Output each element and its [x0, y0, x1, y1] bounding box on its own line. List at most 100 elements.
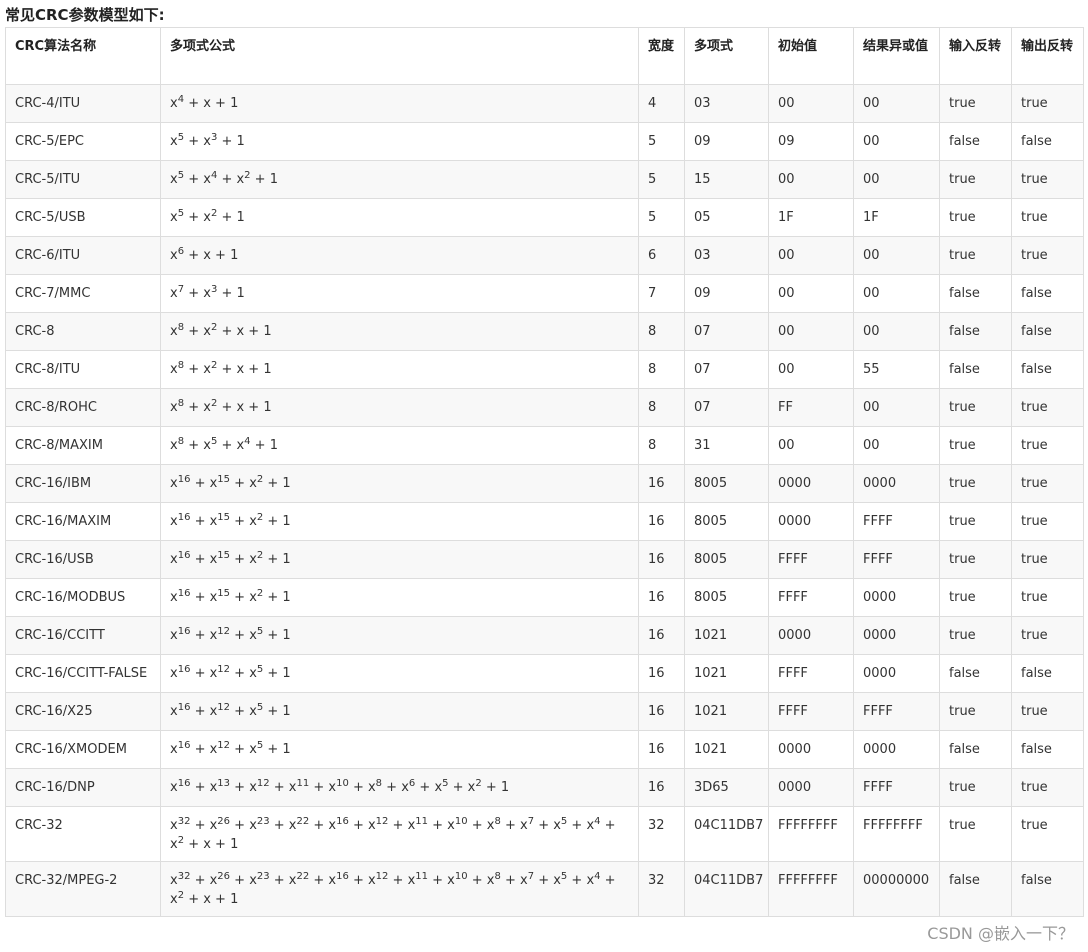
cell-name: CRC-16/CCITT [5, 616, 161, 655]
cell-refout: true [1011, 84, 1084, 123]
cell-xorout: 00 [853, 236, 940, 275]
header-xorout: 结果异或值 [853, 27, 940, 85]
cell-refin: true [939, 616, 1012, 655]
cell-refin: true [939, 160, 1012, 199]
cell-init: 0000 [768, 730, 854, 769]
cell-width: 16 [638, 730, 685, 769]
cell-name: CRC-32 [5, 806, 161, 862]
cell-formula: x16 + x12 + x5 + 1 [160, 730, 639, 769]
cell-formula: x5 + x2 + 1 [160, 198, 639, 237]
polynomial-formula: x8 + x2 + x + 1 [170, 398, 272, 416]
table-row: CRC-16/USB x16 + x15 + x2 + 1 16 8005 FFFF FF… [5, 540, 1084, 579]
header-name: CRC算法名称 [5, 27, 161, 85]
cell-xorout: 55 [853, 350, 940, 389]
cell-formula: x4 + x + 1 [160, 84, 639, 123]
cell-poly: 15 [684, 160, 769, 199]
cell-name: CRC-16/IBM [5, 464, 161, 503]
cell-name: CRC-16/DNP [5, 768, 161, 807]
cell-xorout: FFFFFFFF [853, 806, 940, 862]
csdn-watermark: CSDN @嵌入一下？ [927, 924, 1074, 943]
cell-xorout: FFFF [853, 768, 940, 807]
polynomial-formula: x16 + x13 + x12 + x11 + x10 + x8 + x6 + … [170, 778, 510, 796]
cell-name: CRC-16/X25 [5, 692, 161, 731]
header-init: 初始值 [768, 27, 854, 85]
cell-refin: true [939, 540, 1012, 579]
cell-refout: true [1011, 426, 1084, 465]
cell-refin: false [939, 350, 1012, 389]
cell-poly: 3D65 [684, 768, 769, 807]
cell-poly: 8005 [684, 502, 769, 541]
cell-name: CRC-5/EPC [5, 122, 161, 161]
cell-xorout: 00 [853, 312, 940, 351]
page-heading: 常见CRC参数模型如下: [5, 6, 165, 24]
cell-poly: 09 [684, 122, 769, 161]
cell-refout: true [1011, 388, 1084, 427]
table-row: CRC-16/CCITT-FALSE x16 + x12 + x5 + 1 16 10… [5, 654, 1084, 693]
cell-name: CRC-5/ITU [5, 160, 161, 199]
cell-formula: x16 + x15 + x2 + 1 [160, 464, 639, 503]
cell-formula: x16 + x13 + x12 + x11 + x10 + x8 + x6 + … [160, 768, 639, 807]
cell-name: CRC-16/MODBUS [5, 578, 161, 617]
cell-xorout: 00 [853, 274, 940, 313]
cell-poly: 1021 [684, 730, 769, 769]
cell-poly: 8005 [684, 464, 769, 503]
cell-name: CRC-6/ITU [5, 236, 161, 275]
cell-refin: true [939, 236, 1012, 275]
cell-refin: true [939, 198, 1012, 237]
cell-name: CRC-16/XMODEM [5, 730, 161, 769]
cell-width: 5 [638, 160, 685, 199]
cell-width: 32 [638, 806, 685, 862]
cell-refout: true [1011, 464, 1084, 503]
cell-refin: true [939, 388, 1012, 427]
cell-width: 8 [638, 426, 685, 465]
header-refout: 输出反转 [1011, 27, 1084, 85]
table-row: CRC-32 x32 + x26 + x23 + x22 + x16 + x12 … [5, 806, 1084, 862]
cell-refin: false [939, 861, 1012, 917]
table-row: CRC-5/EPC x5 + x3 + 1 5 09 09 00 false false [5, 122, 1084, 161]
cell-xorout: 00 [853, 84, 940, 123]
polynomial-formula: x16 + x12 + x5 + 1 [170, 664, 291, 682]
table-row: CRC-16/MAXIM x16 + x15 + x2 + 1 16 8005 0000… [5, 502, 1084, 541]
cell-init: 09 [768, 122, 854, 161]
cell-init: 0000 [768, 502, 854, 541]
polynomial-formula: x16 + x12 + x5 + 1 [170, 626, 291, 644]
polynomial-formula: x7 + x3 + 1 [170, 284, 245, 302]
cell-xorout: FFFF [853, 540, 940, 579]
polynomial-formula: x8 + x2 + x + 1 [170, 322, 272, 340]
cell-refout: false [1011, 274, 1084, 313]
polynomial-formula: x16 + x15 + x2 + 1 [170, 588, 291, 606]
cell-width: 8 [638, 350, 685, 389]
cell-init: 00 [768, 350, 854, 389]
cell-init: 1F [768, 198, 854, 237]
table-row: CRC-16/XMODEM x16 + x12 + x5 + 1 16 1021 000… [5, 730, 1084, 769]
cell-xorout: 0000 [853, 616, 940, 655]
cell-width: 8 [638, 388, 685, 427]
cell-refin: false [939, 312, 1012, 351]
cell-poly: 1021 [684, 654, 769, 693]
cell-poly: 8005 [684, 578, 769, 617]
cell-poly: 31 [684, 426, 769, 465]
cell-refin: true [939, 502, 1012, 541]
cell-xorout: 00 [853, 388, 940, 427]
polynomial-formula: x5 + x2 + 1 [170, 208, 245, 226]
cell-name: CRC-4/ITU [5, 84, 161, 123]
table-row: CRC-32/MPEG-2 x32 + x26 + x23 + x22 + x16… [5, 861, 1084, 917]
cell-formula: x32 + x26 + x23 + x22 + x16 + x12 + x11 … [160, 861, 639, 917]
cell-formula: x16 + x15 + x2 + 1 [160, 502, 639, 541]
cell-width: 7 [638, 274, 685, 313]
cell-init: 00 [768, 426, 854, 465]
cell-refin: false [939, 274, 1012, 313]
polynomial-formula: x5 + x4 + x2 + 1 [170, 170, 278, 188]
cell-xorout: 00000000 [853, 861, 940, 917]
cell-formula: x16 + x15 + x2 + 1 [160, 540, 639, 579]
cell-name: CRC-8/MAXIM [5, 426, 161, 465]
header-refin: 输入反转 [939, 27, 1012, 85]
cell-width: 16 [638, 540, 685, 579]
table-header-row: CRC算法名称 多项式公式 宽度 多项式 初始值 结果异或值 输入反转 输出反转 [5, 27, 1084, 85]
cell-width: 16 [638, 692, 685, 731]
cell-poly: 04C11DB7 [684, 861, 769, 917]
cell-init: 0000 [768, 616, 854, 655]
cell-refin: true [939, 806, 1012, 862]
cell-refout: true [1011, 502, 1084, 541]
polynomial-formula: x4 + x + 1 [170, 94, 239, 112]
